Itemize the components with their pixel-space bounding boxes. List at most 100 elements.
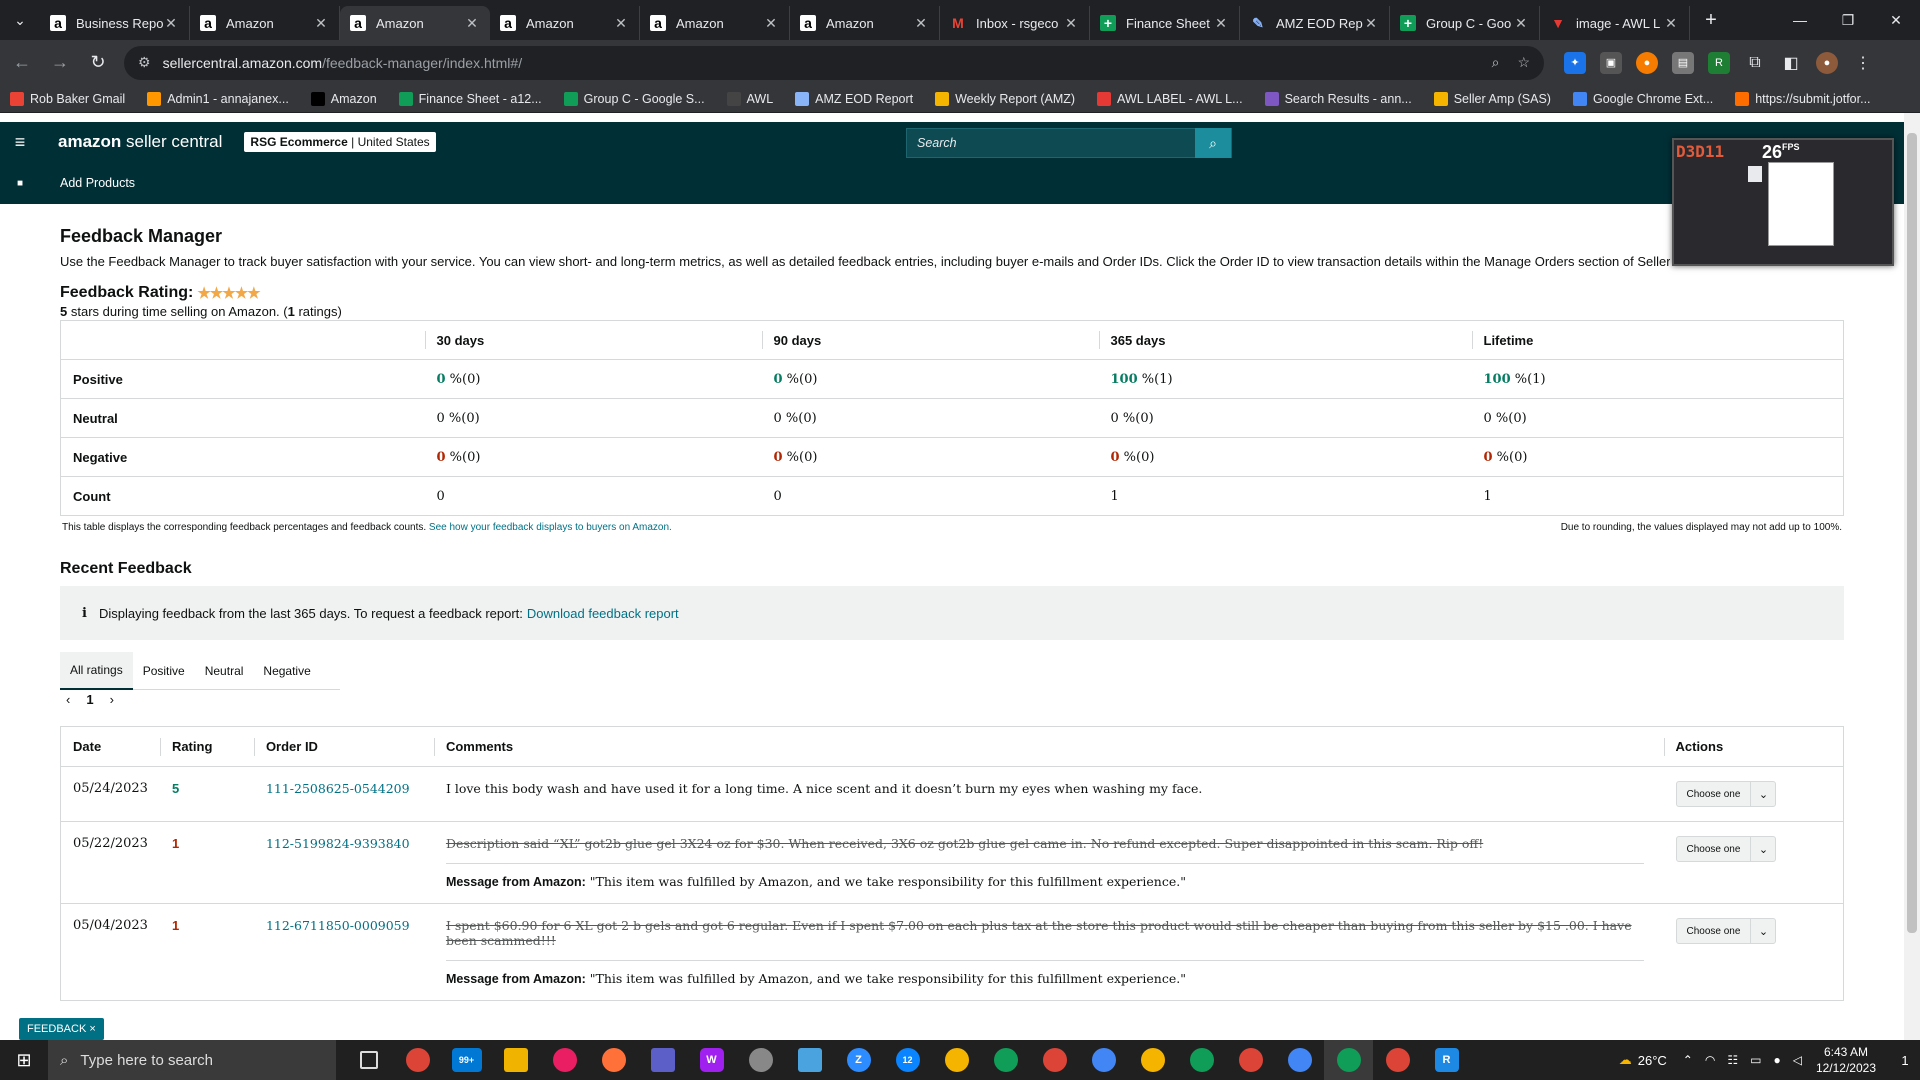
zoom-icon[interactable]: ⌕ <box>1492 54 1500 71</box>
reload-icon[interactable]: ↻ <box>82 47 114 79</box>
chrome-icon[interactable] <box>932 1040 981 1080</box>
browser-tab[interactable]: ✎ AMZ EOD Repo ✕ <box>1240 6 1390 40</box>
task-view-icon[interactable] <box>344 1040 393 1080</box>
browser-tab[interactable]: a Business Repo ✕ <box>40 6 190 40</box>
bookmark-item[interactable]: AWL <box>726 91 773 106</box>
extension-off-icon[interactable]: ▣ <box>1600 51 1622 74</box>
restore-icon[interactable]: ❐ <box>1824 0 1872 40</box>
action-dropdown[interactable]: Choose one ⌄ <box>1675 918 1777 944</box>
browser-tab[interactable]: ▼ image - AWL L ✕ <box>1540 6 1690 40</box>
tab-negative[interactable]: Negative <box>253 652 320 690</box>
bookmark-item[interactable]: Admin1 - annajanex... <box>147 91 289 106</box>
bookmark-item[interactable]: Amazon <box>310 91 377 106</box>
action-dropdown[interactable]: Choose one ⌄ <box>1675 781 1777 807</box>
bookmark-item[interactable]: Group C - Google S... <box>563 91 705 106</box>
close-tab-icon[interactable]: ✕ <box>763 15 779 32</box>
colorful-app-icon[interactable] <box>540 1040 589 1080</box>
wps-icon[interactable]: W <box>687 1040 736 1080</box>
chrome-icon[interactable] <box>393 1040 442 1080</box>
site-info-icon[interactable]: ⚙ <box>138 54 151 71</box>
notification-icon[interactable]: 1 <box>1890 1053 1920 1068</box>
current-page[interactable]: 1 <box>86 692 93 707</box>
close-tab-icon[interactable]: ✕ <box>1363 15 1379 32</box>
account-switcher[interactable]: RSG Ecommerce | United States <box>244 132 436 152</box>
order-id-link[interactable]: 112-6711850-0009059 <box>266 918 410 933</box>
chrome-icon[interactable] <box>1373 1040 1422 1080</box>
calculator-icon[interactable] <box>638 1040 687 1080</box>
weather-widget[interactable]: ☁ 26°C <box>1619 1052 1667 1068</box>
tab-search-chevron-icon[interactable]: ⌄ <box>0 0 40 40</box>
browser-tab[interactable]: a Amazon ✕ <box>790 6 940 40</box>
r-app-icon[interactable]: R <box>1422 1040 1471 1080</box>
page-scrollbar[interactable] <box>1904 113 1920 1040</box>
new-tab-button[interactable]: + <box>1696 5 1726 35</box>
bookmark-pin-icon[interactable]: ■ <box>0 178 40 189</box>
extension-icon[interactable]: ▤ <box>1672 51 1694 74</box>
chrome-icon[interactable] <box>981 1040 1030 1080</box>
close-tab-icon[interactable]: ✕ <box>163 15 179 32</box>
add-products-link[interactable]: Add Products <box>60 176 135 190</box>
volume-icon[interactable]: ◁ <box>1793 1053 1802 1067</box>
wifi-icon[interactable]: ☷ <box>1727 1053 1738 1067</box>
bookmark-item[interactable]: Finance Sheet - a12... <box>398 91 542 106</box>
close-window-icon[interactable]: ✕ <box>1872 0 1920 40</box>
snip-tool-icon[interactable] <box>736 1040 785 1080</box>
notepad-icon[interactable] <box>785 1040 834 1080</box>
bookmark-item[interactable]: AWL LABEL - AWL L... <box>1097 91 1243 106</box>
browser-tab[interactable]: a Amazon ✕ <box>340 6 490 40</box>
bookmark-item[interactable]: AMZ EOD Report <box>795 91 913 106</box>
search-input[interactable]: Search <box>907 136 1195 150</box>
extension-icon[interactable]: ● <box>1636 51 1658 74</box>
profile-avatar[interactable]: ● <box>1816 51 1838 74</box>
back-icon[interactable]: ← <box>6 47 38 79</box>
bookmark-item[interactable]: https://submit.jotfor... <box>1735 91 1871 106</box>
tab-all-ratings[interactable]: All ratings <box>60 651 133 690</box>
bookmark-item[interactable]: Search Results - ann... <box>1264 91 1412 106</box>
bookmark-item[interactable]: Google Chrome Ext... <box>1572 91 1713 106</box>
seller-search[interactable]: Search ⌕ <box>906 128 1232 158</box>
close-tab-icon[interactable]: ✕ <box>1663 15 1679 32</box>
file-explorer-icon[interactable] <box>491 1040 540 1080</box>
download-feedback-report-link[interactable]: Download feedback report <box>527 606 679 621</box>
chevron-right-icon[interactable]: › <box>110 692 114 707</box>
browser-tab[interactable]: a Amazon ✕ <box>190 6 340 40</box>
network-icon[interactable]: ◠ <box>1705 1053 1715 1067</box>
close-tab-icon[interactable]: ✕ <box>464 15 480 32</box>
close-tab-icon[interactable]: ✕ <box>313 15 329 32</box>
tab-neutral[interactable]: Neutral <box>195 652 254 690</box>
browser-tab[interactable]: + Group C - Goo ✕ <box>1390 6 1540 40</box>
battery-icon[interactable]: ▭ <box>1750 1053 1761 1067</box>
chrome-icon[interactable] <box>1079 1040 1128 1080</box>
microphone-icon[interactable]: ● <box>1773 1053 1780 1067</box>
close-tab-icon[interactable]: ✕ <box>1063 15 1079 32</box>
minimize-icon[interactable]: — <box>1776 0 1824 40</box>
browser-tab[interactable]: + Finance Sheet ✕ <box>1090 6 1240 40</box>
extension-icon[interactable]: ✦ <box>1564 51 1586 74</box>
chevron-left-icon[interactable]: ‹ <box>66 692 70 707</box>
chrome-icon[interactable] <box>1030 1040 1079 1080</box>
forward-icon[interactable]: → <box>44 47 76 79</box>
tab-positive[interactable]: Positive <box>133 652 195 690</box>
close-tab-icon[interactable]: ✕ <box>1213 15 1229 32</box>
extension-icon[interactable]: R <box>1708 51 1730 74</box>
bookmark-item[interactable]: Seller Amp (SAS) <box>1433 91 1551 106</box>
close-tab-icon[interactable]: ✕ <box>913 15 929 32</box>
chrome-icon[interactable] <box>1226 1040 1275 1080</box>
menu-hamburger-icon[interactable]: ≡ <box>0 132 40 153</box>
browser-tab[interactable]: M Inbox - rsgeco ✕ <box>940 6 1090 40</box>
chrome-icon[interactable] <box>1128 1040 1177 1080</box>
close-tab-icon[interactable]: ✕ <box>1513 15 1529 32</box>
taskbar-search[interactable]: ⌕ Type here to search <box>48 1040 336 1080</box>
chrome-icon[interactable] <box>1177 1040 1226 1080</box>
chrome-icon[interactable] <box>1324 1040 1373 1080</box>
seller-central-logo[interactable]: amazon seller central <box>58 132 222 152</box>
feedback-display-link[interactable]: See how your feedback displays to buyers… <box>429 522 672 533</box>
firefox-icon[interactable] <box>589 1040 638 1080</box>
chrome-icon[interactable] <box>1275 1040 1324 1080</box>
search-icon[interactable]: ⌕ <box>1195 128 1231 158</box>
clock[interactable]: 6:43 AM 12/12/2023 <box>1816 1044 1876 1076</box>
scrollbar-thumb[interactable] <box>1907 133 1917 933</box>
close-tab-icon[interactable]: ✕ <box>613 15 629 32</box>
app-badge-icon[interactable]: 12 <box>883 1040 932 1080</box>
chevron-up-icon[interactable]: ⌃ <box>1683 1053 1693 1067</box>
